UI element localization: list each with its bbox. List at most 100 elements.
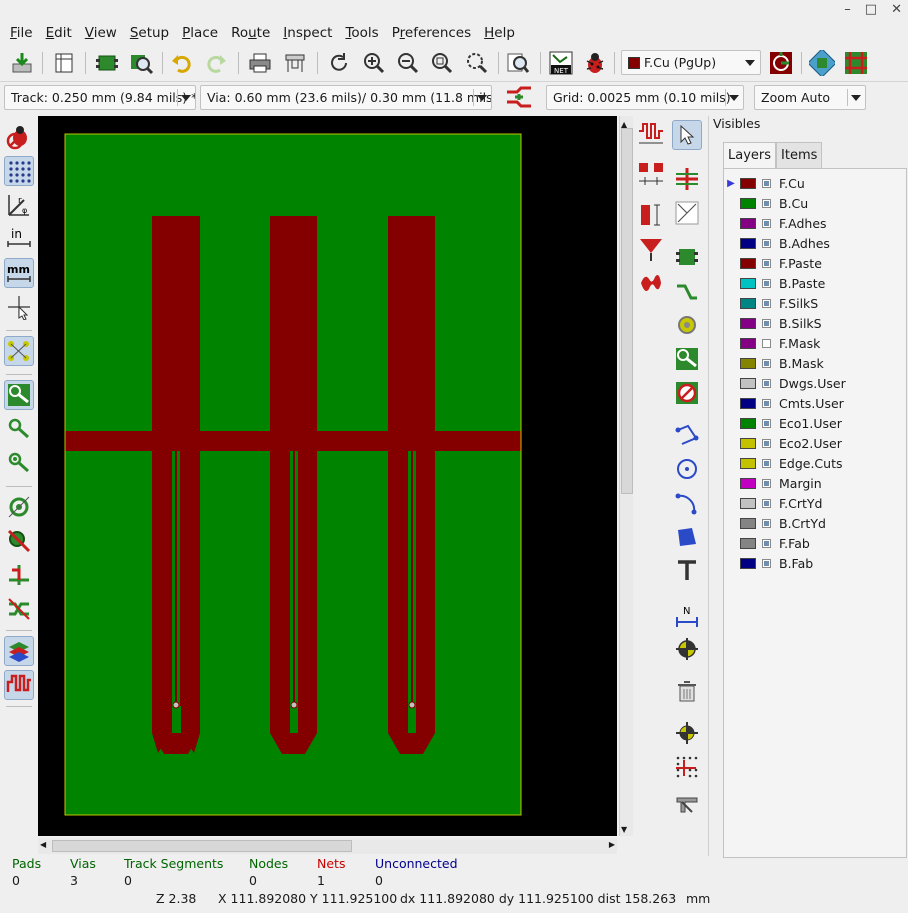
layer-visibility-checkbox[interactable] (762, 278, 771, 288)
layer-color-swatch[interactable] (740, 277, 756, 289)
tab-layers[interactable]: Layers (723, 142, 777, 169)
pcb-canvas[interactable] (38, 116, 617, 836)
add-text-icon[interactable] (672, 556, 702, 586)
layer-visibility-checkbox[interactable] (762, 258, 771, 268)
add-line-icon[interactable] (672, 420, 702, 450)
polar-coords-icon[interactable]: rφ (4, 190, 34, 220)
layer-visibility-checkbox[interactable] (762, 218, 771, 228)
add-footprint-icon[interactable] (672, 242, 702, 272)
footprint-viewer-icon[interactable] (127, 49, 155, 77)
layer-row[interactable]: F.Fab (724, 533, 906, 553)
microwave-gap-icon[interactable] (636, 158, 666, 188)
redraw-icon[interactable] (325, 49, 353, 77)
maximize-button[interactable]: □ (865, 2, 877, 17)
layer-color-swatch[interactable] (740, 517, 756, 529)
layer-visibility-checkbox[interactable] (762, 478, 771, 488)
menu-place[interactable]: Place (182, 25, 218, 41)
layer-row[interactable]: B.SilkS (724, 313, 906, 333)
layer-color-swatch[interactable] (740, 557, 756, 569)
find-icon[interactable] (504, 49, 532, 77)
horizontal-scrollbar[interactable]: ◀ ▶ (38, 838, 617, 854)
layer-visibility-checkbox[interactable] (762, 178, 771, 188)
grid-dots-icon[interactable] (4, 156, 34, 186)
inch-units-icon[interactable]: in (4, 224, 34, 254)
zone-fill-icon[interactable] (4, 526, 34, 556)
plot-icon[interactable] (281, 49, 309, 77)
menu-tools[interactable]: Tools (345, 25, 378, 41)
redo-icon[interactable] (202, 49, 230, 77)
drc-off-icon[interactable] (4, 122, 34, 152)
zone-outline-icon[interactable] (4, 492, 34, 522)
zoom-out-icon[interactable] (394, 49, 422, 77)
layer-color-swatch[interactable] (740, 237, 756, 249)
layer-visibility-checkbox[interactable] (762, 318, 771, 328)
microwave-toolbar-icon[interactable] (4, 670, 34, 700)
menu-file[interactable]: File (10, 25, 33, 41)
highlight-net-icon[interactable] (672, 164, 702, 194)
print-icon[interactable] (246, 49, 274, 77)
layer-visibility-checkbox[interactable] (762, 298, 771, 308)
scroll-left-icon[interactable]: ◀ (40, 840, 46, 849)
delete-icon[interactable] (672, 676, 702, 706)
layer-color-swatch[interactable] (740, 437, 756, 449)
drc-bug-icon[interactable] (581, 49, 609, 77)
layer-row[interactable]: Eco1.User (724, 413, 906, 433)
layer-visibility-checkbox[interactable] (762, 558, 771, 568)
measure-icon[interactable] (672, 788, 702, 818)
layer-row[interactable]: Cmts.User (724, 393, 906, 413)
add-target-icon[interactable] (672, 634, 702, 664)
track-width-select[interactable]: Track: 0.250 mm (9.84 mils) * (4, 85, 196, 110)
zoom-select[interactable]: Zoom Auto (754, 85, 866, 110)
layer-row[interactable]: B.CrtYd (724, 513, 906, 533)
add-arc-icon[interactable] (672, 488, 702, 518)
auto-track-width-icon[interactable] (505, 83, 533, 111)
layer-color-swatch[interactable] (740, 497, 756, 509)
minimize-button[interactable]: – (844, 2, 851, 17)
layer-row[interactable]: B.Fab (724, 553, 906, 573)
microwave-stub-icon[interactable] (636, 200, 666, 230)
layer-visibility-checkbox[interactable] (762, 358, 771, 368)
menu-preferences[interactable]: Preferences (392, 25, 471, 41)
layer-color-swatch[interactable] (740, 297, 756, 309)
high-contrast-icon[interactable] (4, 594, 34, 624)
layer-visibility-checkbox[interactable] (762, 518, 771, 528)
layer-color-swatch[interactable] (740, 217, 756, 229)
layer-row[interactable]: F.Adhes (724, 213, 906, 233)
zoom-in-icon[interactable] (360, 49, 388, 77)
ratsnest-icon[interactable] (4, 336, 34, 366)
via-sketch-icon[interactable] (4, 414, 34, 444)
route-track-icon[interactable] (672, 278, 702, 308)
grid-select[interactable]: Grid: 0.0025 mm (0.10 mils) (546, 85, 744, 110)
track-sketch-icon[interactable] (4, 448, 34, 478)
layer-row[interactable]: F.Mask (724, 333, 906, 353)
layer-color-swatch[interactable] (740, 397, 756, 409)
layer-row[interactable]: ▶ F.Cu (724, 173, 906, 193)
layer-color-swatch[interactable] (740, 177, 756, 189)
layer-color-swatch[interactable] (740, 257, 756, 269)
layer-color-swatch[interactable] (740, 337, 756, 349)
tab-items[interactable]: Items (776, 142, 823, 168)
layer-row[interactable]: Edge.Cuts (724, 453, 906, 473)
grid-origin-icon[interactable] (672, 752, 702, 782)
layers-manager-icon[interactable] (4, 636, 34, 666)
zoom-selection-icon[interactable] (463, 49, 491, 77)
layer-color-swatch[interactable] (740, 197, 756, 209)
layer-row[interactable]: F.SilkS (724, 293, 906, 313)
layer-pair-icon[interactable] (767, 49, 795, 77)
menu-route[interactable]: Route (231, 25, 270, 41)
layer-visibility-checkbox[interactable] (762, 418, 771, 428)
layer-visibility-checkbox[interactable] (762, 378, 771, 388)
layer-color-swatch[interactable] (740, 317, 756, 329)
scroll-down-icon[interactable]: ▼ (621, 825, 627, 834)
freeroute-icon[interactable] (842, 49, 870, 77)
layer-visibility-checkbox[interactable] (762, 198, 771, 208)
layer-row[interactable]: F.CrtYd (724, 493, 906, 513)
keepout-icon[interactable] (672, 378, 702, 408)
layer-color-swatch[interactable] (740, 457, 756, 469)
microwave-shape-icon[interactable] (636, 268, 666, 298)
active-layer-select[interactable]: F.Cu (PgUp) (621, 50, 761, 75)
via-size-select[interactable]: Via: 0.60 mm (23.6 mils)/ 0.30 mm (11.8 … (200, 85, 492, 110)
layer-visibility-checkbox[interactable] (762, 398, 771, 408)
undo-icon[interactable] (168, 49, 196, 77)
layer-row[interactable]: Margin (724, 473, 906, 493)
